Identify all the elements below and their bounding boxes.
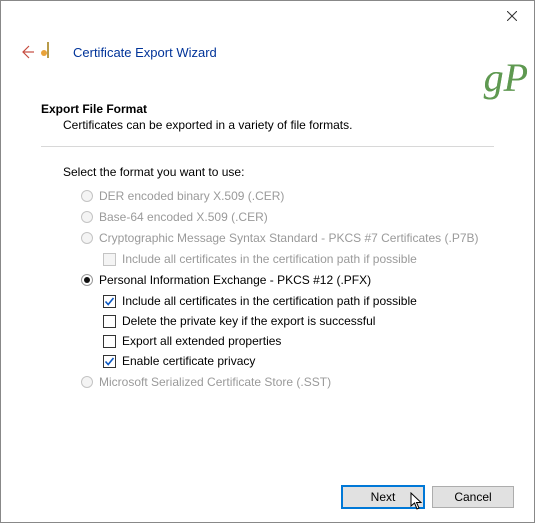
radio-label: DER encoded binary X.509 (.CER) <box>99 189 284 203</box>
back-arrow-icon <box>19 44 35 60</box>
checkbox-pkcs7-include-chain: Include all certificates in the certific… <box>103 252 494 266</box>
radio-label: Cryptographic Message Syntax Standard - … <box>99 231 479 245</box>
radio-pkcs7: Cryptographic Message Syntax Standard - … <box>81 231 494 245</box>
radio-sst: Microsoft Serialized Certificate Store (… <box>81 375 494 389</box>
radio-label: Personal Information Exchange - PKCS #12… <box>99 273 371 287</box>
checkbox-pfx-cert-privacy[interactable]: Enable certificate privacy <box>103 354 494 368</box>
checkbox-label: Include all certificates in the certific… <box>122 252 417 266</box>
radio-label: Microsoft Serialized Certificate Store (… <box>99 375 331 389</box>
certificate-icon <box>47 43 65 61</box>
checkbox-label: Export all extended properties <box>122 334 281 348</box>
titlebar <box>1 1 534 32</box>
radio-label: Base-64 encoded X.509 (.CER) <box>99 210 268 224</box>
page-heading: Export File Format <box>41 102 494 116</box>
header-row: Certificate Export Wizard gP <box>1 32 534 72</box>
footer-buttons: Next Cancel <box>342 486 514 508</box>
next-button[interactable]: Next <box>342 486 424 508</box>
close-button[interactable] <box>489 1 534 30</box>
radio-pfx[interactable]: Personal Information Exchange - PKCS #12… <box>81 273 494 287</box>
radio-icon <box>81 232 93 244</box>
radio-icon <box>81 274 93 286</box>
format-prompt: Select the format you want to use: <box>41 165 494 179</box>
checkbox-icon <box>103 295 116 308</box>
checkbox-label: Include all certificates in the certific… <box>122 294 417 308</box>
content-area: Export File Format Certificates can be e… <box>1 72 534 389</box>
checkbox-icon <box>103 355 116 368</box>
checkbox-pfx-export-ext[interactable]: Export all extended properties <box>103 334 494 348</box>
checkbox-icon <box>103 335 116 348</box>
wizard-title: Certificate Export Wizard <box>73 45 217 60</box>
radio-icon <box>81 190 93 202</box>
checkbox-label: Enable certificate privacy <box>122 354 255 368</box>
checkbox-icon <box>103 253 116 266</box>
cancel-button[interactable]: Cancel <box>432 486 514 508</box>
page-subheading: Certificates can be exported in a variet… <box>41 116 494 132</box>
checkbox-pfx-delete-key[interactable]: Delete the private key if the export is … <box>103 314 494 328</box>
radio-icon <box>81 211 93 223</box>
checkbox-icon <box>103 315 116 328</box>
radio-icon <box>81 376 93 388</box>
checkbox-label: Delete the private key if the export is … <box>122 314 375 328</box>
checkbox-pfx-include-chain[interactable]: Include all certificates in the certific… <box>103 294 494 308</box>
format-options: DER encoded binary X.509 (.CER) Base-64 … <box>41 189 494 389</box>
divider <box>41 146 494 147</box>
radio-der: DER encoded binary X.509 (.CER) <box>81 189 494 203</box>
close-icon <box>507 11 517 21</box>
back-button[interactable] <box>17 42 37 62</box>
radio-base64: Base-64 encoded X.509 (.CER) <box>81 210 494 224</box>
